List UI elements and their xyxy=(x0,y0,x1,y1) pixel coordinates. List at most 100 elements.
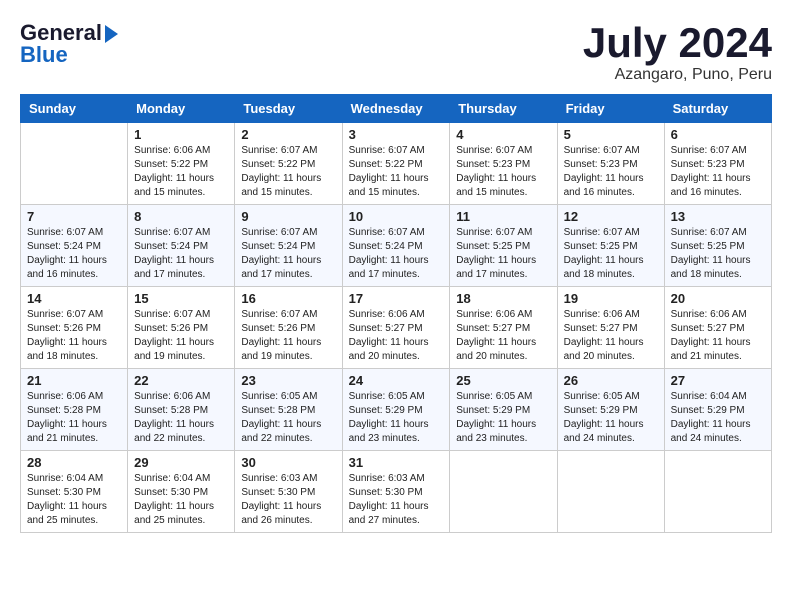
day-info: Sunrise: 6:06 AM Sunset: 5:22 PM Dayligh… xyxy=(134,144,228,200)
calendar-cell xyxy=(450,451,557,533)
calendar-cell: 4 Sunrise: 6:07 AM Sunset: 5:23 PM Daylig… xyxy=(450,123,557,205)
day-number: 22 xyxy=(134,373,228,388)
calendar-cell: 29 Sunrise: 6:04 AM Sunset: 5:30 PM Dayli… xyxy=(128,451,235,533)
day-info: Sunrise: 6:07 AM Sunset: 5:26 PM Dayligh… xyxy=(241,308,335,364)
calendar-header-thursday: Thursday xyxy=(450,95,557,123)
day-number: 7 xyxy=(27,209,121,224)
day-info: Sunrise: 6:03 AM Sunset: 5:30 PM Dayligh… xyxy=(349,472,444,528)
logo: General Blue xyxy=(20,20,118,68)
day-number: 13 xyxy=(671,209,765,224)
logo-arrow-icon xyxy=(105,25,118,43)
day-info: Sunrise: 6:07 AM Sunset: 5:24 PM Dayligh… xyxy=(27,226,121,282)
day-info: Sunrise: 6:06 AM Sunset: 5:28 PM Dayligh… xyxy=(134,390,228,446)
day-number: 28 xyxy=(27,455,121,470)
day-info: Sunrise: 6:06 AM Sunset: 5:27 PM Dayligh… xyxy=(671,308,765,364)
day-info: Sunrise: 6:04 AM Sunset: 5:30 PM Dayligh… xyxy=(134,472,228,528)
calendar-cell: 12Sunrise: 6:07 AM Sunset: 5:25 PM Dayli… xyxy=(557,205,664,287)
day-number: 9 xyxy=(241,209,335,224)
day-number: 16 xyxy=(241,291,335,306)
day-info: Sunrise: 6:07 AM Sunset: 5:22 PM Dayligh… xyxy=(241,144,335,200)
calendar-cell: 1 Sunrise: 6:06 AM Sunset: 5:22 PM Daylig… xyxy=(128,123,235,205)
calendar-cell: 9 Sunrise: 6:07 AM Sunset: 5:24 PM Daylig… xyxy=(235,205,342,287)
calendar-header-sunday: Sunday xyxy=(21,95,128,123)
calendar-cell: 21Sunrise: 6:06 AM Sunset: 5:28 PM Dayli… xyxy=(21,369,128,451)
calendar-cell: 31 Sunrise: 6:03 AM Sunset: 5:30 PM Dayli… xyxy=(342,451,450,533)
calendar-header-wednesday: Wednesday xyxy=(342,95,450,123)
calendar-cell: 10Sunrise: 6:07 AM Sunset: 5:24 PM Dayli… xyxy=(342,205,450,287)
day-info: Sunrise: 6:07 AM Sunset: 5:24 PM Dayligh… xyxy=(134,226,228,282)
calendar-cell xyxy=(21,123,128,205)
calendar-cell: 17Sunrise: 6:06 AM Sunset: 5:27 PM Dayli… xyxy=(342,287,450,369)
day-number: 4 xyxy=(456,127,550,142)
day-number: 23 xyxy=(241,373,335,388)
calendar-cell: 15 Sunrise: 6:07 AM Sunset: 5:26 PM Dayli… xyxy=(128,287,235,369)
calendar-cell: 6Sunrise: 6:07 AM Sunset: 5:23 PM Daylig… xyxy=(664,123,771,205)
day-info: Sunrise: 6:05 AM Sunset: 5:29 PM Dayligh… xyxy=(564,390,658,446)
day-info: Sunrise: 6:07 AM Sunset: 5:24 PM Dayligh… xyxy=(241,226,335,282)
day-number: 25 xyxy=(456,373,550,388)
day-number: 6 xyxy=(671,127,765,142)
day-info: Sunrise: 6:05 AM Sunset: 5:29 PM Dayligh… xyxy=(349,390,444,446)
calendar-cell xyxy=(557,451,664,533)
day-info: Sunrise: 6:07 AM Sunset: 5:22 PM Dayligh… xyxy=(349,144,444,200)
day-number: 10 xyxy=(349,209,444,224)
calendar-cell: 28 Sunrise: 6:04 AM Sunset: 5:30 PM Dayli… xyxy=(21,451,128,533)
calendar-cell: 8 Sunrise: 6:07 AM Sunset: 5:24 PM Daylig… xyxy=(128,205,235,287)
calendar-cell xyxy=(664,451,771,533)
day-number: 24 xyxy=(349,373,444,388)
calendar-cell: 16 Sunrise: 6:07 AM Sunset: 5:26 PM Dayli… xyxy=(235,287,342,369)
day-number: 5 xyxy=(564,127,658,142)
day-info: Sunrise: 6:07 AM Sunset: 5:26 PM Dayligh… xyxy=(134,308,228,364)
calendar-cell: 5 Sunrise: 6:07 AM Sunset: 5:23 PM Daylig… xyxy=(557,123,664,205)
title-section: July 2024 Azangaro, Puno, Peru xyxy=(583,20,772,84)
calendar-table: SundayMondayTuesdayWednesdayThursdayFrid… xyxy=(20,94,772,533)
day-info: Sunrise: 6:07 AM Sunset: 5:23 PM Dayligh… xyxy=(456,144,550,200)
calendar-week-2: 7 Sunrise: 6:07 AM Sunset: 5:24 PM Daylig… xyxy=(21,205,772,287)
day-info: Sunrise: 6:04 AM Sunset: 5:29 PM Dayligh… xyxy=(671,390,765,446)
day-info: Sunrise: 6:04 AM Sunset: 5:30 PM Dayligh… xyxy=(27,472,121,528)
day-info: Sunrise: 6:07 AM Sunset: 5:25 PM Dayligh… xyxy=(456,226,550,282)
calendar-cell: 2Sunrise: 6:07 AM Sunset: 5:22 PM Daylig… xyxy=(235,123,342,205)
calendar-header-row: SundayMondayTuesdayWednesdayThursdayFrid… xyxy=(21,95,772,123)
calendar-week-4: 21 Sunrise: 6:06 AM Sunset: 5:28 PM Dayli… xyxy=(21,369,772,451)
day-info: Sunrise: 6:07 AM Sunset: 5:26 PM Dayligh… xyxy=(27,308,121,364)
calendar-cell: 27 Sunrise: 6:04 AM Sunset: 5:29 PM Dayli… xyxy=(664,369,771,451)
day-number: 1 xyxy=(134,127,228,142)
page-header: General Blue July 2024 Azangaro, Puno, P… xyxy=(20,20,772,84)
day-info: Sunrise: 6:07 AM Sunset: 5:25 PM Dayligh… xyxy=(671,226,765,282)
calendar-cell: 30 Sunrise: 6:03 AM Sunset: 5:30 PM Dayli… xyxy=(235,451,342,533)
day-info: Sunrise: 6:05 AM Sunset: 5:29 PM Dayligh… xyxy=(456,390,550,446)
day-number: 14 xyxy=(27,291,121,306)
day-number: 20 xyxy=(671,291,765,306)
day-number: 27 xyxy=(671,373,765,388)
day-number: 19 xyxy=(564,291,658,306)
day-info: Sunrise: 6:06 AM Sunset: 5:27 PM Dayligh… xyxy=(564,308,658,364)
day-info: Sunrise: 6:03 AM Sunset: 5:30 PM Dayligh… xyxy=(241,472,335,528)
calendar-cell: 7 Sunrise: 6:07 AM Sunset: 5:24 PM Daylig… xyxy=(21,205,128,287)
day-number: 31 xyxy=(349,455,444,470)
day-number: 29 xyxy=(134,455,228,470)
calendar-week-5: 28 Sunrise: 6:04 AM Sunset: 5:30 PM Dayli… xyxy=(21,451,772,533)
calendar-header-tuesday: Tuesday xyxy=(235,95,342,123)
calendar-cell: 18Sunrise: 6:06 AM Sunset: 5:27 PM Dayli… xyxy=(450,287,557,369)
calendar-header-saturday: Saturday xyxy=(664,95,771,123)
calendar-cell: 22 Sunrise: 6:06 AM Sunset: 5:28 PM Dayli… xyxy=(128,369,235,451)
day-number: 30 xyxy=(241,455,335,470)
day-number: 26 xyxy=(564,373,658,388)
day-number: 21 xyxy=(27,373,121,388)
day-number: 17 xyxy=(349,291,444,306)
day-number: 18 xyxy=(456,291,550,306)
calendar-cell: 23Sunrise: 6:05 AM Sunset: 5:28 PM Dayli… xyxy=(235,369,342,451)
day-number: 3 xyxy=(349,127,444,142)
day-info: Sunrise: 6:07 AM Sunset: 5:23 PM Dayligh… xyxy=(564,144,658,200)
day-number: 8 xyxy=(134,209,228,224)
calendar-cell: 24 Sunrise: 6:05 AM Sunset: 5:29 PM Dayli… xyxy=(342,369,450,451)
calendar-cell: 19 Sunrise: 6:06 AM Sunset: 5:27 PM Dayli… xyxy=(557,287,664,369)
calendar-week-1: 1 Sunrise: 6:06 AM Sunset: 5:22 PM Daylig… xyxy=(21,123,772,205)
calendar-cell: 13 Sunrise: 6:07 AM Sunset: 5:25 PM Dayli… xyxy=(664,205,771,287)
day-number: 12 xyxy=(564,209,658,224)
calendar-cell: 20 Sunrise: 6:06 AM Sunset: 5:27 PM Dayli… xyxy=(664,287,771,369)
month-title: July 2024 xyxy=(583,20,772,66)
location-title: Azangaro, Puno, Peru xyxy=(583,66,772,84)
day-number: 15 xyxy=(134,291,228,306)
